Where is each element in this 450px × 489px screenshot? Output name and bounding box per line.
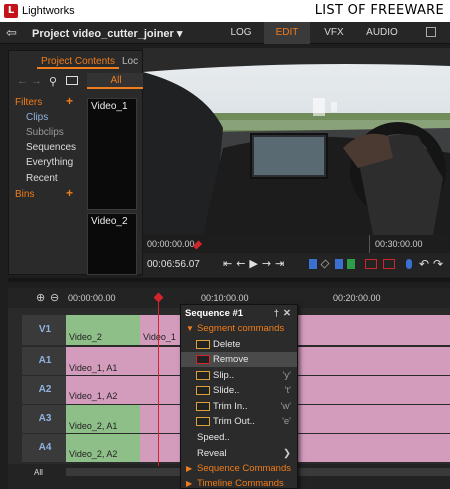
track-header-a2[interactable]: A2 — [22, 376, 68, 404]
current-timecode[interactable]: 00:06:56.07 — [147, 259, 200, 270]
menu-item-delete[interactable]: Delete — [181, 337, 297, 352]
voiceover-icon[interactable] — [406, 259, 412, 269]
filters-heading: Filters — [15, 97, 43, 108]
menu-item-slip[interactable]: Slip..'y' — [181, 368, 297, 383]
undo-icon[interactable]: ↶ — [419, 257, 429, 271]
menu-item-reveal[interactable]: Reveal ❯ — [181, 446, 297, 461]
replace-icon[interactable] — [383, 259, 395, 269]
submenu-arrow-icon: ❯ — [283, 448, 291, 459]
clip-label: Video_1, A1 — [69, 363, 118, 373]
transport-controls[interactable]: ⇤←▶→⇥ — [223, 257, 288, 270]
clip-label: Video_2 — [69, 332, 102, 342]
watermark: LIST OF FREEWARE — [314, 3, 444, 18]
timeline-playhead[interactable] — [158, 296, 159, 466]
ruler-tick — [369, 235, 370, 253]
expand-triangle-icon: ▶ — [186, 464, 193, 473]
lightworks-window: L Lightworks LIST OF FREEWARE ⇦ Project … — [0, 0, 450, 489]
sequence-context-menu: Sequence #1 † ✕ ▼ Segment commands Delete… — [180, 304, 298, 489]
app-name: Lightworks — [22, 5, 75, 17]
maximize-icon[interactable] — [426, 27, 436, 37]
ruler-tc-1: 00:10:00.00 — [201, 293, 249, 303]
clip-v1-video-2[interactable]: Video_2 — [66, 315, 140, 345]
ruler-tc-2: 00:20:00.00 — [333, 293, 381, 303]
viewer-tc-mid: 00:30:00.00 — [375, 239, 423, 249]
filter-clips[interactable]: Clips — [26, 112, 48, 123]
exit-project-icon[interactable]: ⇦ — [6, 25, 17, 41]
tab-log[interactable]: LOG — [222, 22, 260, 44]
clip-label: Video_2, A1 — [69, 421, 118, 431]
search-icon[interactable]: ⚲ — [49, 75, 57, 88]
viewer-header — [143, 48, 450, 58]
add-bin-icon[interactable]: + — [66, 186, 73, 200]
trim-in-icon — [196, 402, 210, 411]
slip-icon — [196, 371, 210, 380]
redo-icon[interactable]: ↷ — [433, 257, 443, 271]
track-header-v1[interactable]: V1 — [22, 315, 68, 345]
track-header-a3[interactable]: A3 — [22, 405, 68, 433]
mark-clear-icon[interactable] — [320, 259, 330, 269]
clip-label: Video_2, A2 — [69, 449, 118, 459]
menu-item-speed[interactable]: Speed.. — [181, 430, 297, 445]
menu-item-trim-out[interactable]: Trim Out..'e' — [181, 414, 297, 429]
clip-a3-video-2[interactable]: Video_2, A1 — [66, 405, 140, 433]
tab-edit[interactable]: EDIT — [264, 22, 310, 44]
project-selector[interactable]: Project video_cutter_joiner ▾ — [32, 27, 182, 40]
track-header-a4[interactable]: A4 — [22, 434, 68, 462]
tab-locations[interactable]: Loc — [122, 54, 142, 69]
lightworks-logo-icon: L — [4, 4, 18, 18]
mark-out-icon[interactable] — [335, 259, 343, 269]
menu-item-trim-in[interactable]: Trim In..'w' — [181, 399, 297, 414]
insert-icon[interactable] — [365, 259, 377, 269]
tab-project-contents[interactable]: Project Contents — [37, 54, 119, 69]
mark-in-icon[interactable] — [309, 259, 317, 269]
viewer-tc-start: 00:00:00.00 — [147, 239, 195, 249]
remove-icon — [196, 355, 210, 364]
trim-out-icon — [196, 417, 210, 426]
slide-icon — [196, 386, 210, 395]
all-tracks-toggle[interactable]: All — [34, 468, 43, 477]
delete-icon — [196, 340, 210, 349]
menu-item-remove[interactable]: Remove — [181, 352, 297, 367]
pin-icon: † — [273, 308, 279, 319]
menu-item-slide[interactable]: Slide..'t' — [181, 383, 297, 398]
video-frame — [143, 58, 450, 235]
title-bar: L Lightworks LIST OF FREEWARE — [0, 0, 450, 22]
project-contents-panel: Project Contents Loc ← → ⚲ All Filters +… — [8, 50, 145, 275]
menu-section-segment-commands[interactable]: ▼ Segment commands — [181, 321, 297, 336]
filter-everything[interactable]: Everything — [26, 157, 73, 168]
mark-segment-icon[interactable] — [347, 259, 355, 269]
bin-clip-label: Video_2 — [91, 216, 128, 227]
clip-label: Video_1, A2 — [69, 391, 118, 401]
keyboard-icon[interactable] — [66, 76, 78, 85]
panel-divider — [8, 278, 450, 282]
close-icon: ✕ — [283, 308, 291, 319]
top-menu-bar: ⇦ Project video_cutter_joiner ▾ LOG EDIT… — [0, 22, 450, 44]
clip-a4-video-2[interactable]: Video_2, A2 — [66, 434, 140, 462]
zoom-out-icon[interactable]: ⊖ — [50, 291, 59, 304]
bin-clip-label: Video_1 — [91, 101, 128, 112]
filter-sequences[interactable]: Sequences — [26, 142, 76, 153]
menu-section-timeline-commands[interactable]: ▶ Timeline Commands — [181, 476, 297, 489]
forward-arrow-icon[interactable]: → — [31, 75, 42, 87]
menu-section-sequence-commands[interactable]: ▶ Sequence Commands — [181, 461, 297, 476]
clip-label: Video_1 — [143, 332, 176, 342]
track-header-a1[interactable]: A1 — [22, 347, 68, 375]
bin-clip-video-2[interactable]: Video_2 — [87, 213, 137, 275]
menu-title: Sequence #1 † ✕ — [185, 308, 291, 319]
video-viewer[interactable] — [143, 58, 450, 235]
filter-recent[interactable]: Recent — [26, 173, 58, 184]
viewer-controls: 00:00:00.00 00:30:00.00 00:06:56.07 ⇤←▶→… — [143, 235, 450, 277]
collapse-triangle-icon: ▼ — [186, 324, 194, 333]
tab-audio[interactable]: AUDIO — [360, 22, 404, 44]
filter-subclips[interactable]: Subclips — [26, 127, 64, 138]
bins-heading: Bins — [15, 189, 35, 200]
expand-triangle-icon: ▶ — [186, 479, 193, 488]
tab-vfx[interactable]: VFX — [314, 22, 354, 44]
tab-all[interactable]: All — [87, 73, 145, 89]
ruler-tc-0: 00:00:00.00 — [68, 293, 116, 303]
zoom-in-icon[interactable]: ⊕ — [36, 291, 45, 304]
add-filter-icon[interactable]: + — [66, 94, 73, 108]
back-arrow-icon[interactable]: ← — [17, 75, 28, 87]
bin-clip-video-1[interactable]: Video_1 — [87, 98, 137, 210]
